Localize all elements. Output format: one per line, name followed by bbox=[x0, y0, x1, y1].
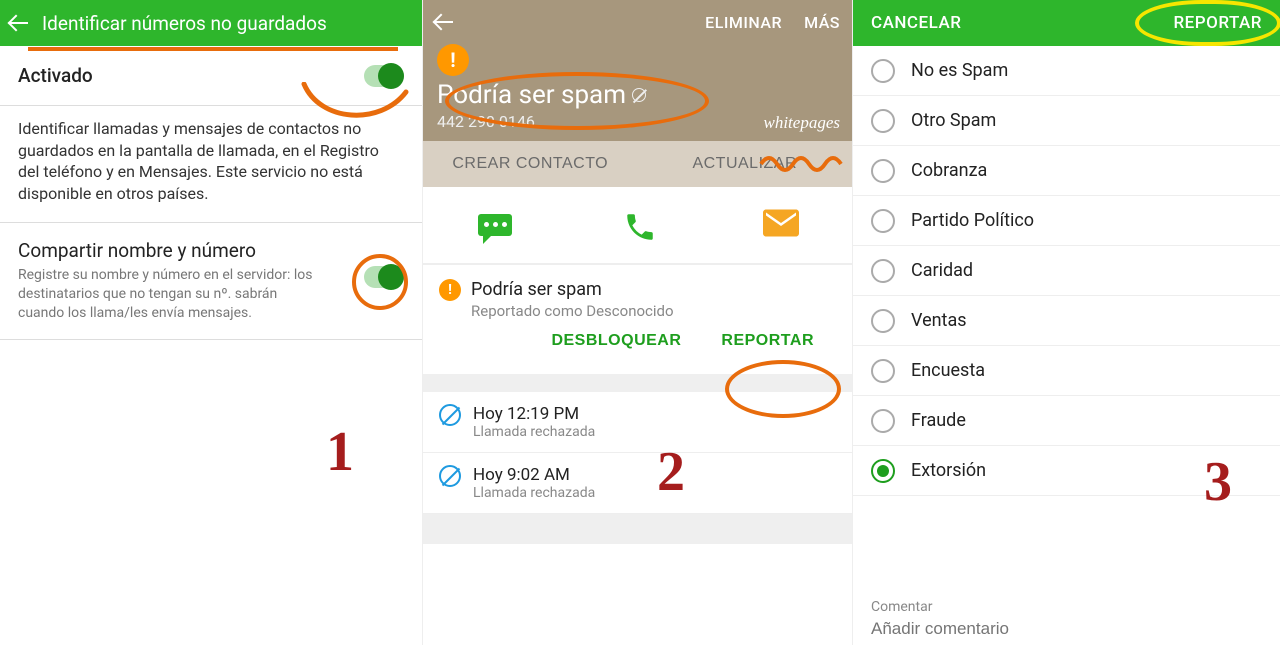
call-status: Llamada rechazada bbox=[473, 485, 595, 501]
radio-label: Cobranza bbox=[911, 160, 987, 181]
divider bbox=[423, 374, 852, 392]
radio-label: Partido Político bbox=[911, 210, 1034, 231]
comment-label: Comentar bbox=[871, 599, 1262, 615]
create-contact-button[interactable]: CREAR CONTACTO bbox=[423, 141, 638, 187]
radio-label: Extorsión bbox=[911, 460, 986, 481]
spam-category-option[interactable]: Ventas bbox=[853, 296, 1280, 346]
spam-category-option[interactable]: Otro Spam bbox=[853, 96, 1280, 146]
spam-category-option[interactable]: Cobranza bbox=[853, 146, 1280, 196]
radio-icon bbox=[871, 459, 895, 483]
spam-category-option[interactable]: Partido Político bbox=[853, 196, 1280, 246]
comment-input[interactable] bbox=[871, 615, 1262, 645]
share-row: Compartir nombre y número Registre su no… bbox=[0, 223, 422, 340]
radio-label: Fraude bbox=[911, 410, 966, 431]
spam-card-subtitle: Reportado como Desconocido bbox=[471, 302, 674, 320]
report-submit-button[interactable]: REPORTAR bbox=[1173, 13, 1262, 33]
back-icon[interactable] bbox=[435, 11, 457, 33]
contact-detail-panel: ELIMINAR MÁS ! Podría ser spam 442 290 0… bbox=[423, 0, 853, 645]
mail-icon[interactable] bbox=[761, 205, 801, 245]
report-panel: CANCELAR REPORTAR No es Spam Otro Spam Cob… bbox=[853, 0, 1280, 645]
radio-label: Encuesta bbox=[911, 360, 985, 381]
rejected-icon bbox=[439, 404, 461, 426]
call-log-entry[interactable]: Hoy 12:19 PM Llamada rechazada bbox=[423, 392, 852, 453]
report-titlebar: CANCELAR REPORTAR bbox=[853, 0, 1280, 46]
radio-icon bbox=[871, 109, 895, 133]
back-icon[interactable] bbox=[10, 12, 32, 34]
call-log: Hoy 12:19 PM Llamada rechazada Hoy 9:02 … bbox=[423, 392, 852, 514]
share-description: Registre su nombre y número en el servid… bbox=[18, 266, 318, 323]
spam-title-text: Podría ser spam bbox=[437, 80, 626, 110]
activated-toggle[interactable] bbox=[364, 65, 404, 87]
spam-category-option[interactable]: Encuesta bbox=[853, 346, 1280, 396]
step-number-1: 1 bbox=[326, 420, 354, 484]
delete-button[interactable]: ELIMINAR bbox=[705, 13, 782, 32]
spam-category-option[interactable]: Caridad bbox=[853, 246, 1280, 296]
settings-titlebar: Identificar números no guardados bbox=[0, 0, 422, 46]
spam-category-option[interactable]: No es Spam bbox=[853, 46, 1280, 96]
rejected-icon bbox=[439, 465, 461, 487]
radio-label: Ventas bbox=[911, 310, 967, 331]
call-log-entry[interactable]: Hoy 9:02 AM Llamada rechazada bbox=[423, 453, 852, 514]
settings-description: Identificar llamadas y mensajes de conta… bbox=[0, 106, 422, 223]
settings-title: Identificar números no guardados bbox=[42, 12, 327, 35]
comment-section: Comentar bbox=[853, 595, 1280, 645]
call-icon[interactable] bbox=[618, 205, 658, 245]
radio-icon bbox=[871, 259, 895, 283]
radio-label: No es Spam bbox=[911, 60, 1008, 81]
share-toggle[interactable] bbox=[364, 266, 404, 288]
report-button[interactable]: REPORTAR bbox=[721, 332, 814, 350]
call-time: Hoy 12:19 PM bbox=[473, 404, 595, 424]
radio-label: Otro Spam bbox=[911, 110, 996, 131]
radio-icon bbox=[871, 209, 895, 233]
blocked-icon bbox=[632, 88, 646, 102]
contact-header: ELIMINAR MÁS ! Podría ser spam 442 290 0… bbox=[423, 0, 852, 187]
quick-actions bbox=[423, 187, 852, 265]
call-status: Llamada rechazada bbox=[473, 424, 595, 440]
divider bbox=[423, 514, 852, 544]
warning-icon: ! bbox=[437, 44, 469, 76]
step-number-2: 2 bbox=[657, 440, 685, 504]
spam-title: Podría ser spam bbox=[437, 80, 646, 110]
update-button[interactable]: ACTUALIZAR bbox=[638, 141, 853, 187]
activated-label: Activado bbox=[18, 64, 93, 87]
radio-icon bbox=[871, 159, 895, 183]
share-title: Compartir nombre y número bbox=[18, 239, 404, 262]
radio-label: Caridad bbox=[911, 260, 973, 281]
provider-label: whitepages bbox=[764, 113, 841, 133]
spam-category-option[interactable]: Fraude bbox=[853, 396, 1280, 446]
cancel-button[interactable]: CANCELAR bbox=[871, 13, 961, 33]
message-icon[interactable] bbox=[475, 205, 515, 245]
settings-panel: Identificar números no guardados Activad… bbox=[0, 0, 423, 645]
radio-icon bbox=[871, 359, 895, 383]
contact-actions-bar: CREAR CONTACTO ACTUALIZAR bbox=[423, 141, 852, 187]
step-number-3: 3 bbox=[1204, 450, 1232, 514]
radio-icon bbox=[871, 59, 895, 83]
radio-icon bbox=[871, 409, 895, 433]
activated-row: Activado bbox=[0, 46, 422, 106]
spam-card: ! Podría ser spam Reportado como Descono… bbox=[423, 265, 852, 374]
unblock-button[interactable]: DESBLOQUEAR bbox=[551, 332, 681, 350]
warning-icon-small: ! bbox=[439, 279, 461, 301]
more-button[interactable]: MÁS bbox=[804, 13, 840, 32]
radio-icon bbox=[871, 309, 895, 333]
call-time: Hoy 9:02 AM bbox=[473, 465, 595, 485]
spam-card-title: Podría ser spam bbox=[471, 279, 674, 300]
